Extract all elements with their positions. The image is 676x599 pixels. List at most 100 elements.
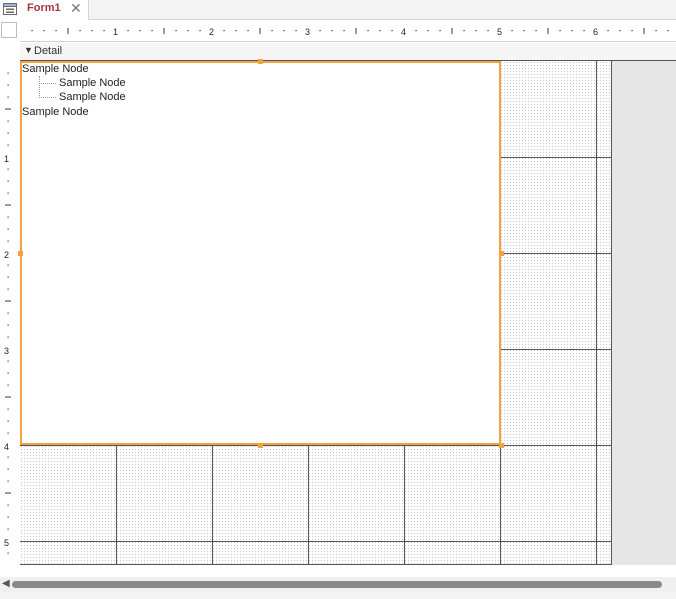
horizontal-scrollbar[interactable]: ◀ — [0, 577, 676, 592]
ruler-number-4: 4 — [401, 27, 407, 37]
ruler-tick — [7, 240, 9, 242]
vertical-ruler: 1 2 3 4 5 — [0, 61, 18, 565]
detail-section-bar[interactable]: ▼ Detail — [20, 43, 676, 61]
tab-title: Form1 — [27, 2, 61, 14]
ruler-tick — [571, 30, 573, 32]
ruler-tick — [7, 372, 9, 374]
ruler-tick — [415, 30, 417, 32]
document-tab-bar: Form1 ✕ — [0, 0, 676, 20]
ruler-number-1: 1 — [113, 27, 119, 37]
ruler-number-v2: 2 — [4, 250, 10, 260]
resize-handle-left[interactable] — [18, 251, 23, 256]
resize-handle-bottom[interactable] — [258, 443, 263, 448]
ruler-tick — [7, 216, 9, 218]
collapse-arrow-icon[interactable]: ▼ — [24, 45, 33, 55]
ruler-tick — [331, 30, 333, 32]
ruler-number-v5: 5 — [4, 538, 10, 548]
ruler-number-6: 6 — [593, 27, 599, 37]
close-icon[interactable]: ✕ — [70, 0, 82, 17]
tree-node[interactable]: Sample Node — [22, 63, 89, 76]
ruler-number-2: 2 — [209, 27, 215, 37]
ruler-tick — [7, 228, 9, 230]
resize-handle-top[interactable] — [258, 59, 263, 64]
ruler-tick — [7, 120, 9, 122]
ruler-tick — [667, 30, 669, 32]
ruler-tick — [559, 30, 561, 32]
ruler-tick — [187, 30, 189, 32]
ruler-tick — [7, 420, 9, 422]
ruler-tick — [7, 168, 9, 170]
ruler-tick — [91, 30, 93, 32]
ruler-tick — [379, 30, 381, 32]
ruler-number-3: 3 — [305, 27, 311, 37]
form-icon — [3, 3, 17, 15]
ruler-tick — [7, 264, 9, 266]
tree-connector — [39, 76, 40, 98]
form-selector-box[interactable] — [1, 22, 17, 38]
ruler-tick — [607, 30, 609, 32]
ruler-tick — [7, 516, 9, 518]
ruler-tick — [283, 30, 285, 32]
ruler-tick — [391, 30, 393, 32]
section-label: Detail — [34, 45, 63, 57]
ruler-tick — [439, 30, 441, 32]
ruler-tick — [475, 30, 477, 32]
ruler-tick — [631, 30, 633, 32]
ruler-number-5: 5 — [497, 27, 503, 37]
ruler-tick — [103, 30, 105, 32]
treeview-control[interactable]: Sample Node Sample Node Sample Node Samp… — [20, 61, 501, 445]
ruler-tick — [7, 384, 9, 386]
tree-node[interactable]: Sample Node — [22, 106, 89, 119]
ruler-tick — [7, 480, 9, 482]
ruler-tick — [535, 30, 537, 32]
ruler-tick — [199, 30, 201, 32]
tree-connector — [39, 83, 56, 84]
resize-handle-right[interactable] — [499, 251, 504, 256]
ruler-tick — [235, 30, 237, 32]
ruler-tick — [7, 468, 9, 470]
horizontal-ruler-ticks — [31, 28, 669, 34]
ruler-tick — [7, 288, 9, 290]
scroll-left-arrow-icon[interactable]: ◀ — [2, 578, 10, 589]
ruler-tick — [367, 30, 369, 32]
ruler-tick — [247, 30, 249, 32]
ruler-tick — [343, 30, 345, 32]
ruler-tick — [427, 30, 429, 32]
ruler-tick — [271, 30, 273, 32]
form-background-area — [612, 61, 676, 565]
ruler-tick — [223, 30, 225, 32]
ruler-tick — [7, 552, 9, 554]
ruler-number-v1: 1 — [4, 154, 10, 164]
ruler-tick — [7, 84, 9, 86]
ruler-tick — [295, 30, 297, 32]
ruler-tick — [7, 312, 9, 314]
tree-node[interactable]: Sample Node — [59, 91, 126, 104]
ruler-tick — [175, 30, 177, 32]
ruler-tick — [7, 180, 9, 182]
ruler-tick — [583, 30, 585, 32]
ruler-number-v3: 3 — [4, 346, 10, 356]
ruler-tick — [55, 30, 57, 32]
ruler-tick — [523, 30, 525, 32]
ruler-tick — [127, 30, 129, 32]
tab-form1[interactable]: Form1 ✕ — [0, 0, 89, 20]
ruler-tick — [151, 30, 153, 32]
resize-handle-bottom-right[interactable] — [499, 443, 504, 448]
ruler-tick — [7, 276, 9, 278]
ruler-tick — [43, 30, 45, 32]
ruler-tick — [7, 144, 9, 146]
ruler-tick — [319, 30, 321, 32]
ruler-tick — [511, 30, 513, 32]
ruler-tick — [7, 360, 9, 362]
ruler-tick — [7, 324, 9, 326]
ruler-tick — [7, 192, 9, 194]
ruler-tick — [7, 456, 9, 458]
tree-node[interactable]: Sample Node — [59, 77, 126, 90]
scrollbar-thumb[interactable] — [12, 581, 662, 588]
vertical-ruler-ticks — [5, 72, 11, 554]
ruler-tick — [7, 432, 9, 434]
ruler-tick — [7, 504, 9, 506]
ruler-tick — [7, 336, 9, 338]
ruler-tick — [7, 96, 9, 98]
ruler-tick — [487, 30, 489, 32]
